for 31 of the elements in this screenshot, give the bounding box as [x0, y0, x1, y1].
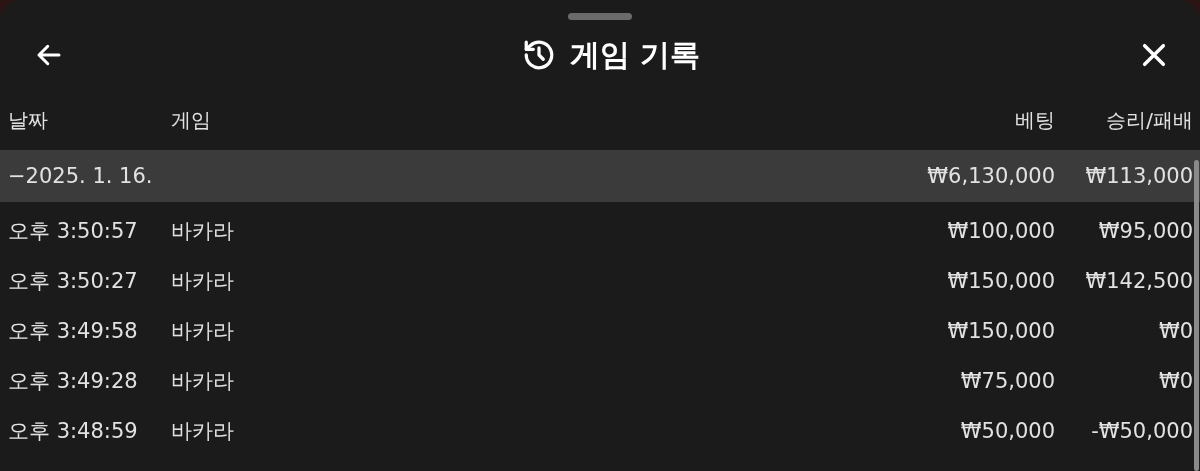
column-header: 베팅 [1014, 106, 1055, 134]
column-header: 승리/패배 [1105, 106, 1193, 134]
table-cell-text: ₩150,000 [946, 319, 1055, 343]
table-cell-text: ₩0 [1157, 319, 1193, 343]
table-cell-text: ₩95,000 [1097, 219, 1193, 243]
table-cell-text: ₩0 [1157, 369, 1193, 393]
table-cell-text: 오후 3:49:58 [8, 318, 139, 345]
table-cell-text: ₩142,500 [1084, 269, 1193, 293]
table-cell-text: 바카라 [171, 368, 235, 395]
table-cell-text: ₩150,000 [946, 269, 1055, 293]
table-cell-text: 바카라 [171, 318, 235, 345]
group-date: −2025. 1. 16. [8, 164, 154, 188]
table-cell-text: 오후 3:49:28 [8, 368, 139, 395]
table-cell-text: 오후 3:50:57 [8, 218, 139, 245]
drag-handle[interactable] [568, 13, 632, 20]
table-cell-text: 바카라 [171, 218, 235, 245]
column-header: 게임 [171, 106, 212, 134]
table-cell-text: 오후 3:48:59 [8, 418, 139, 445]
table-cell-text: ₩50,000 [959, 419, 1055, 443]
scrollbar[interactable] [1194, 160, 1199, 471]
group-row[interactable]: −2025. 1. 16. ₩6,130,000 ₩113,000 [0, 150, 1200, 202]
table-cell-text: ₩113,000 [1084, 164, 1193, 188]
column-header: 날짜 [8, 106, 49, 134]
table-cell-text: -₩50,000 [1090, 419, 1193, 443]
table-cell-text: ₩100,000 [946, 219, 1055, 243]
table-cell-text: 오후 3:50:27 [8, 268, 139, 295]
table-cell-text: ₩75,000 [959, 369, 1055, 393]
window-title: 게임 기록 [569, 35, 701, 74]
table-cell-text: 바카라 [171, 418, 235, 445]
table-cell-text: 바카라 [171, 268, 235, 295]
table-cell-text: ₩6,130,000 [926, 164, 1055, 188]
